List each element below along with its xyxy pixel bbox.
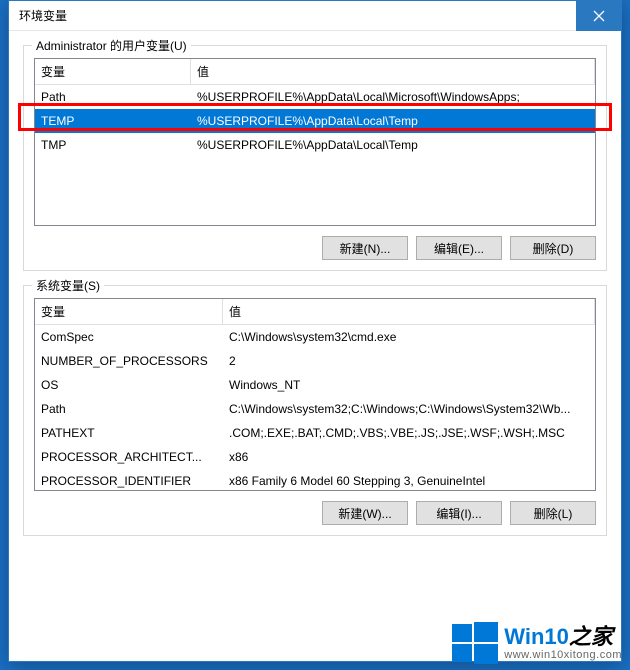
var-name: PATHEXT — [35, 424, 223, 442]
var-name: PROCESSOR_IDENTIFIER — [35, 472, 223, 490]
var-name: TMP — [35, 136, 191, 154]
col-header-val[interactable]: 值 — [191, 59, 595, 84]
var-name: Path — [35, 400, 223, 418]
user-vars-label: Administrator 的用户变量(U) — [32, 37, 191, 54]
var-name: NUMBER_OF_PROCESSORS — [35, 352, 223, 370]
user-edit-button[interactable]: 编辑(E)... — [416, 236, 502, 260]
watermark-brand-a: Win10 — [504, 624, 569, 649]
var-value: C:\Windows\system32;C:\Windows;C:\Window… — [223, 400, 595, 418]
table-row[interactable]: PROCESSOR_ARCHITECT...x86 — [35, 445, 595, 469]
system-edit-button[interactable]: 编辑(I)... — [416, 501, 502, 525]
col-header-val[interactable]: 值 — [223, 299, 595, 324]
user-vars-group: Administrator 的用户变量(U) 变量 值 Path%USERPRO… — [23, 45, 607, 271]
watermark-text: Win10之家 www.win10xitong.com — [504, 625, 622, 661]
system-vars-list[interactable]: 变量 值 ComSpecC:\Windows\system32\cmd.exeN… — [34, 298, 596, 491]
close-button[interactable] — [576, 1, 621, 31]
var-value: .COM;.EXE;.BAT;.CMD;.VBS;.VBE;.JS;.JSE;.… — [223, 424, 595, 442]
var-value: %USERPROFILE%\AppData\Local\Microsoft\Wi… — [191, 88, 595, 106]
var-value: x86 — [223, 448, 595, 466]
var-name: PROCESSOR_ARCHITECT... — [35, 448, 223, 466]
system-delete-button[interactable]: 删除(L) — [510, 501, 596, 525]
var-value: C:\Windows\system32\cmd.exe — [223, 328, 595, 346]
system-vars-group: 系统变量(S) 变量 值 ComSpecC:\Windows\system32\… — [23, 285, 607, 536]
system-vars-label: 系统变量(S) — [32, 277, 104, 294]
var-value: x86 Family 6 Model 60 Stepping 3, Genuin… — [223, 472, 595, 490]
table-row[interactable]: PATHEXT.COM;.EXE;.BAT;.CMD;.VBS;.VBE;.JS… — [35, 421, 595, 445]
table-row[interactable]: TEMP%USERPROFILE%\AppData\Local\Temp — [35, 109, 595, 133]
windows-logo-icon — [452, 620, 498, 666]
user-vars-header: 变量 值 — [35, 59, 595, 85]
var-name: OS — [35, 376, 223, 394]
user-delete-button[interactable]: 删除(D) — [510, 236, 596, 260]
system-vars-header: 变量 值 — [35, 299, 595, 325]
user-vars-list[interactable]: 变量 值 Path%USERPROFILE%\AppData\Local\Mic… — [34, 58, 596, 226]
var-name: ComSpec — [35, 328, 223, 346]
user-vars-buttons: 新建(N)... 编辑(E)... 删除(D) — [34, 236, 596, 260]
table-row[interactable]: Path%USERPROFILE%\AppData\Local\Microsof… — [35, 85, 595, 109]
table-row[interactable]: ComSpecC:\Windows\system32\cmd.exe — [35, 325, 595, 349]
client-area: Administrator 的用户变量(U) 变量 值 Path%USERPRO… — [9, 31, 621, 560]
table-row[interactable]: PROCESSOR_IDENTIFIERx86 Family 6 Model 6… — [35, 469, 595, 491]
watermark: Win10之家 www.win10xitong.com — [452, 620, 622, 666]
var-value: %USERPROFILE%\AppData\Local\Temp — [191, 136, 595, 154]
watermark-brand: Win10之家 — [504, 625, 622, 649]
table-row[interactable]: OSWindows_NT — [35, 373, 595, 397]
table-row[interactable]: PathC:\Windows\system32;C:\Windows;C:\Wi… — [35, 397, 595, 421]
table-row[interactable]: NUMBER_OF_PROCESSORS2 — [35, 349, 595, 373]
col-header-var[interactable]: 变量 — [35, 299, 223, 324]
user-new-button[interactable]: 新建(N)... — [322, 236, 408, 260]
var-value: %USERPROFILE%\AppData\Local\Temp — [191, 112, 595, 130]
var-value: Windows_NT — [223, 376, 595, 394]
system-new-button[interactable]: 新建(W)... — [322, 501, 408, 525]
watermark-url: www.win10xitong.com — [504, 649, 622, 661]
var-value: 2 — [223, 352, 595, 370]
system-vars-buttons: 新建(W)... 编辑(I)... 删除(L) — [34, 501, 596, 525]
var-name: Path — [35, 88, 191, 106]
titlebar: 环境变量 — [9, 1, 621, 31]
var-name: TEMP — [35, 112, 191, 130]
watermark-brand-b: 之家 — [569, 624, 613, 649]
col-header-var[interactable]: 变量 — [35, 59, 191, 84]
window-title: 环境变量 — [19, 7, 576, 24]
env-vars-dialog: 环境变量 Administrator 的用户变量(U) 变量 值 Path%US… — [8, 0, 622, 662]
table-row[interactable]: TMP%USERPROFILE%\AppData\Local\Temp — [35, 133, 595, 157]
